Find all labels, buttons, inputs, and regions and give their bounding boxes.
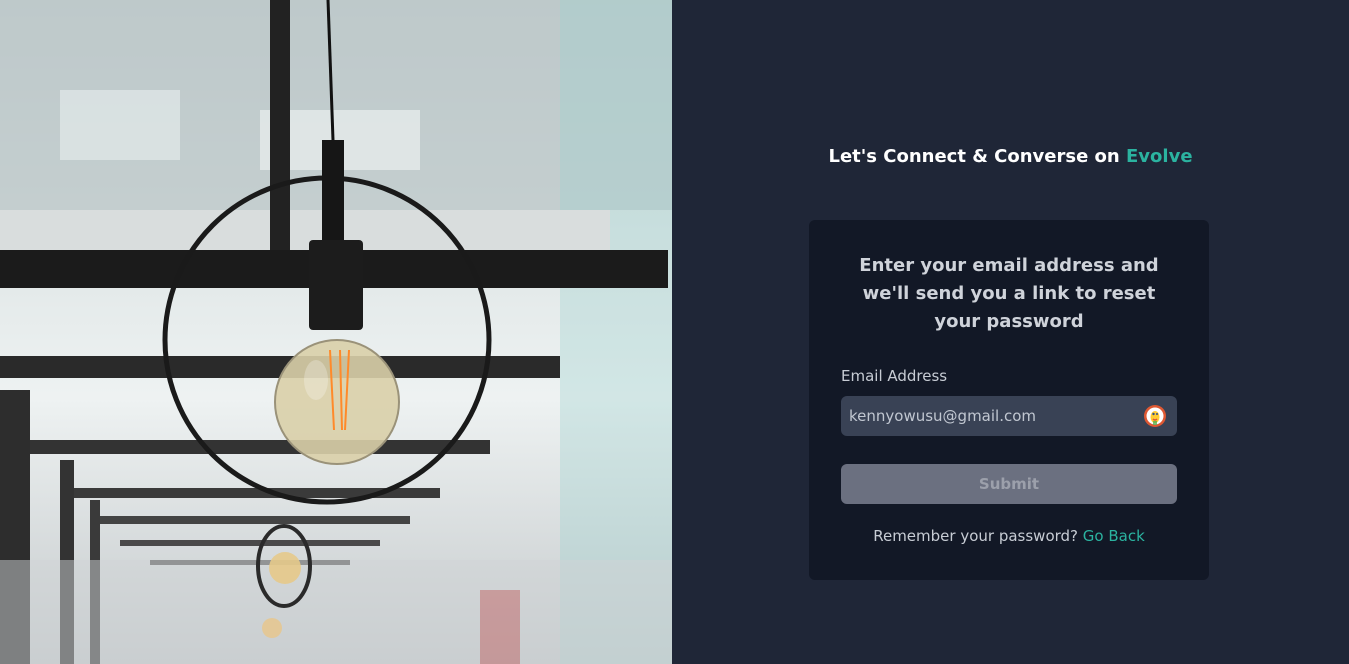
page-headline: Let's Connect & Converse on Evolve: [672, 146, 1349, 167]
go-back-link[interactable]: Go Back: [1083, 527, 1145, 545]
remember-text: Remember your password?: [873, 527, 1083, 545]
headline-text: Let's Connect & Converse on: [828, 146, 1127, 167]
hanging-light-bulb-photo: [0, 0, 672, 664]
duckduckgo-icon[interactable]: [1143, 404, 1167, 428]
submit-button[interactable]: Submit: [841, 464, 1177, 504]
reset-password-card: Enter your email address and we'll send …: [809, 220, 1209, 580]
email-field-wrapper: [841, 396, 1177, 436]
email-label: Email Address: [841, 367, 948, 385]
card-title: Enter your email address and we'll send …: [859, 255, 1159, 332]
email-input[interactable]: [841, 396, 1177, 436]
brand-name: Evolve: [1126, 146, 1193, 167]
remember-password-line: Remember your password? Go Back: [809, 527, 1209, 545]
hero-image: [0, 0, 672, 664]
auth-panel: Let's Connect & Converse on Evolve Enter…: [672, 0, 1349, 664]
